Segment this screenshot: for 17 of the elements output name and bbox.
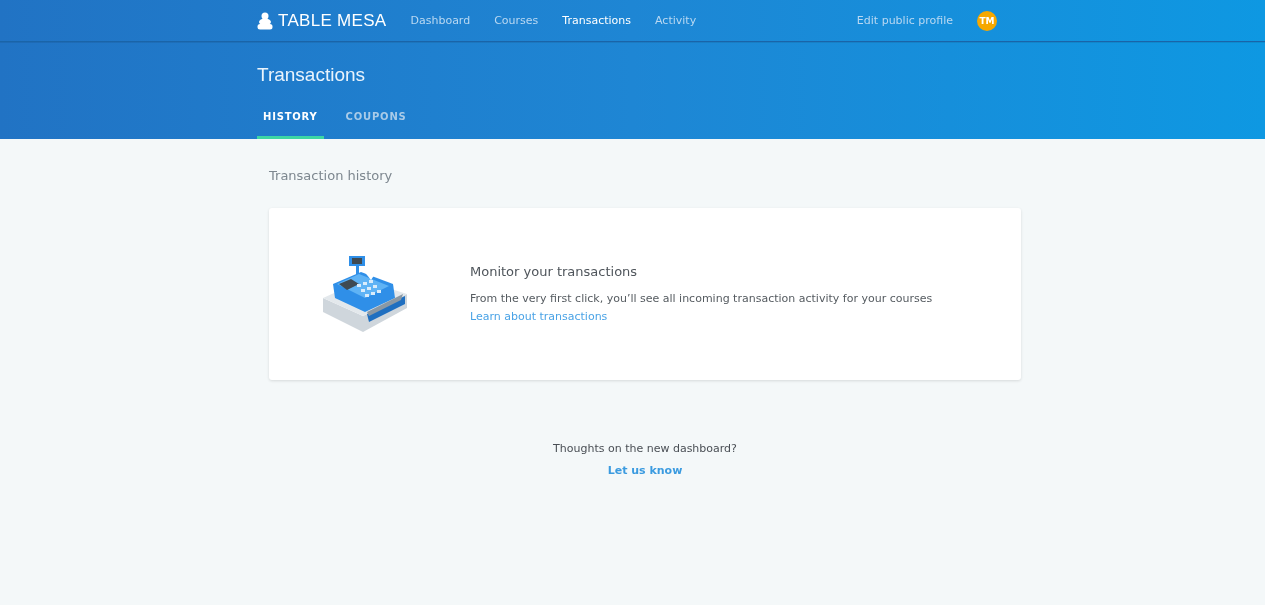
empty-state-description: From the very first click, you’ll see all incoming transaction activity for your courses (470, 292, 933, 305)
nav-link[interactable]: Dashboard (410, 14, 471, 27)
edit-profile-link[interactable]: Edit public profile (856, 14, 953, 27)
logo-icon (257, 11, 273, 30)
brand-name: TABLE MESA (278, 10, 387, 31)
nav-link[interactable]: Transactions (562, 14, 631, 27)
empty-state-title: Monitor your transactions (470, 264, 639, 279)
user-avatar[interactable]: TM (977, 10, 997, 31)
nav-link[interactable]: Courses (494, 14, 539, 27)
tab[interactable]: HISTORY (257, 111, 324, 139)
tab[interactable]: COUPONS (339, 111, 413, 139)
section-title: Transaction history (269, 168, 394, 183)
page-title: Transactions (256, 63, 367, 86)
feedback-question: Thoughts on the new dashboard? (553, 442, 737, 455)
learn-more-link[interactable]: Learn about transactions (470, 310, 608, 323)
feedback-link[interactable]: Let us know (607, 464, 683, 477)
nav-link[interactable]: Activity (655, 14, 697, 27)
